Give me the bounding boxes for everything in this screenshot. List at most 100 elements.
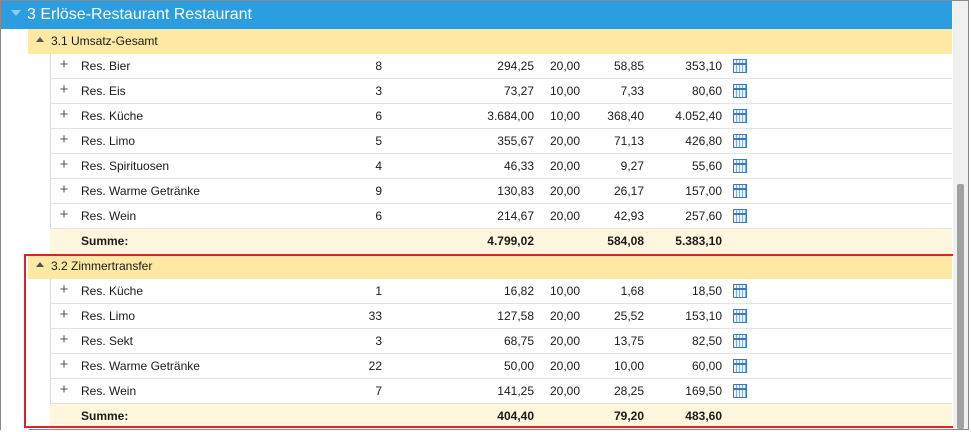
item-count: 22 bbox=[368, 359, 382, 373]
group-title: 3 Erlöse-Restaurant Restaurant bbox=[27, 6, 252, 23]
collapse-triangle-icon[interactable] bbox=[11, 9, 21, 16]
item-name: Res. Warme Getränke bbox=[81, 184, 200, 198]
plus-icon[interactable]: + bbox=[58, 57, 70, 72]
item-tax: 71,13 bbox=[613, 134, 644, 148]
calendar-icon[interactable] bbox=[733, 134, 747, 148]
table-row[interactable]: + Res. Wein 6 214,67 20,00 42,93 257,60 bbox=[50, 204, 952, 229]
group-section: 3.1 Umsatz-Gesamt + Res. Bier 8 294,25 20,00 5… bbox=[28, 29, 952, 254]
item-tax: 58,85 bbox=[613, 59, 644, 73]
group-title: 3.2 Zimmertransfer bbox=[51, 259, 153, 273]
item-gross: 60,00 bbox=[691, 359, 722, 373]
summary-row: Summe: 404,40 79,20 483,60 bbox=[50, 404, 952, 429]
calendar-icon[interactable] bbox=[733, 84, 747, 98]
table-row[interactable]: + Res. Warme Getränke 9 130,83 20,00 26,17 157… bbox=[50, 179, 952, 204]
item-count: 8 bbox=[375, 59, 382, 73]
item-gross: 80,60 bbox=[691, 84, 722, 98]
group-header-level1[interactable]: 3 Erlöse-Restaurant Restaurant bbox=[1, 1, 952, 29]
item-gross: 157,00 bbox=[685, 184, 722, 198]
row-indent bbox=[28, 279, 51, 429]
summary-row: Summe: 4.799,02 584,08 5.383,10 bbox=[50, 229, 952, 254]
item-gross: 4.052,40 bbox=[675, 109, 722, 123]
table-row[interactable]: + Res. Küche 1 16,82 10,00 1,68 18,50 bbox=[50, 279, 952, 304]
item-count: 3 bbox=[375, 84, 382, 98]
item-gross: 257,60 bbox=[685, 209, 722, 223]
item-count: 3 bbox=[375, 334, 382, 348]
item-name: Res. Küche bbox=[81, 284, 144, 298]
plus-icon[interactable]: + bbox=[58, 307, 70, 322]
summary-gross: 483,60 bbox=[685, 409, 722, 423]
collapse-triangle-icon[interactable] bbox=[36, 37, 44, 43]
plus-icon[interactable]: + bbox=[58, 157, 70, 172]
indent-column bbox=[1, 29, 29, 430]
calendar-icon[interactable] bbox=[733, 284, 747, 298]
plus-icon[interactable]: + bbox=[58, 132, 70, 147]
plus-icon[interactable]: + bbox=[58, 332, 70, 347]
summary-tax: 584,08 bbox=[607, 234, 644, 248]
group-title: 3.1 Umsatz-Gesamt bbox=[51, 34, 158, 48]
scrollbar-thumb[interactable] bbox=[957, 184, 964, 429]
calendar-icon[interactable] bbox=[733, 184, 747, 198]
table-row[interactable]: + Res. Limo 5 355,67 20,00 71,13 426,80 bbox=[50, 129, 952, 154]
calendar-icon[interactable] bbox=[733, 309, 747, 323]
item-name: Res. Limo bbox=[81, 134, 136, 148]
table-row[interactable]: + Res. Küche 6 3.684,00 10,00 368,40 4.052,40 bbox=[50, 104, 952, 129]
item-gross: 426,80 bbox=[685, 134, 722, 148]
calendar-icon[interactable] bbox=[733, 209, 747, 223]
item-count: 6 bbox=[375, 109, 382, 123]
item-name: Res. Bier bbox=[81, 59, 131, 73]
calendar-icon[interactable] bbox=[733, 59, 747, 73]
item-name: Res. Eis bbox=[81, 84, 126, 98]
item-count: 9 bbox=[375, 184, 382, 198]
item-count: 6 bbox=[375, 209, 382, 223]
vertical-scrollbar[interactable] bbox=[953, 1, 968, 429]
plus-icon[interactable]: + bbox=[58, 82, 70, 97]
item-tax: 7,33 bbox=[620, 84, 644, 98]
calendar-icon[interactable] bbox=[733, 109, 747, 123]
calendar-icon[interactable] bbox=[733, 359, 747, 373]
calendar-icon[interactable] bbox=[733, 334, 747, 348]
table-row[interactable]: + Res. Warme Getränke 22 50,00 20,00 10,00 60,… bbox=[50, 354, 952, 379]
plus-icon[interactable]: + bbox=[58, 282, 70, 297]
item-name: Res. Warme Getränke bbox=[81, 359, 200, 373]
group-header[interactable]: 3.1 Umsatz-Gesamt bbox=[28, 29, 952, 54]
collapse-triangle-icon[interactable] bbox=[36, 262, 44, 268]
calendar-icon[interactable] bbox=[733, 384, 747, 398]
table-row[interactable]: + Res. Bier 8 294,25 20,00 58,85 353,10 bbox=[50, 54, 952, 79]
calendar-icon[interactable] bbox=[733, 159, 747, 173]
table-row[interactable]: + Res. Wein 7 141,25 20,00 28,25 169,50 bbox=[50, 379, 952, 404]
plus-icon[interactable]: + bbox=[58, 107, 70, 122]
item-name: Res. Sekt bbox=[81, 334, 134, 348]
row-indent bbox=[28, 54, 51, 254]
item-tax: 28,25 bbox=[613, 384, 644, 398]
plus-icon[interactable]: + bbox=[58, 182, 70, 197]
table-row[interactable]: + Res. Limo 33 127,58 20,00 25,52 153,10 bbox=[50, 304, 952, 329]
item-gross: 82,50 bbox=[691, 334, 722, 348]
item-count: 4 bbox=[375, 159, 382, 173]
item-tax: 9,27 bbox=[620, 159, 644, 173]
plus-icon[interactable]: + bbox=[58, 357, 70, 372]
item-tax: 368,40 bbox=[607, 109, 644, 123]
item-name: Res. Limo bbox=[81, 309, 136, 323]
item-tax: 26,17 bbox=[613, 184, 644, 198]
group-section: 3.2 Zimmertransfer + Res. Küche 1 16,82 10,00… bbox=[28, 254, 952, 429]
item-tax: 13,75 bbox=[613, 334, 644, 348]
item-count: 7 bbox=[375, 384, 382, 398]
plus-icon[interactable]: + bbox=[58, 382, 70, 397]
plus-icon[interactable]: + bbox=[58, 207, 70, 222]
item-gross: 18,50 bbox=[691, 284, 722, 298]
table-row[interactable]: + Res. Spirituosen 4 46,33 20,00 9,27 55,60 bbox=[50, 154, 952, 179]
item-gross: 55,60 bbox=[691, 159, 722, 173]
item-gross: 353,10 bbox=[685, 59, 722, 73]
item-name: Res. Wein bbox=[81, 384, 137, 398]
summary-label: Summe: bbox=[81, 409, 129, 423]
item-count: 5 bbox=[375, 134, 382, 148]
table-row[interactable]: + Res. Eis 3 73,27 10,00 7,33 80,60 bbox=[50, 79, 952, 104]
item-count: 1 bbox=[375, 284, 382, 298]
summary-label: Summe: bbox=[81, 234, 129, 248]
item-tax: 25,52 bbox=[613, 309, 644, 323]
item-gross: 153,10 bbox=[685, 309, 722, 323]
summary-tax: 79,20 bbox=[613, 409, 644, 423]
table-row[interactable]: + Res. Sekt 3 68,75 20,00 13,75 82,50 bbox=[50, 329, 952, 354]
summary-net: 4.799,02 bbox=[487, 234, 534, 248]
group-header[interactable]: 3.2 Zimmertransfer bbox=[28, 254, 952, 279]
